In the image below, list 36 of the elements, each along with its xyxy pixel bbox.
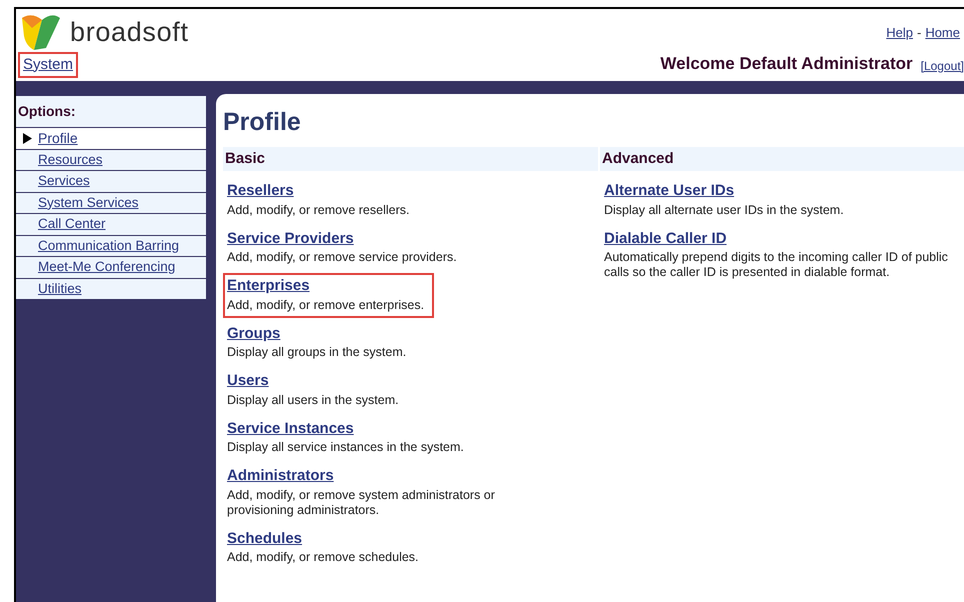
entry-description: Add, modify, or remove enterprises.	[227, 298, 424, 312]
entry-link[interactable]: Dialable Caller ID	[604, 228, 954, 250]
entry-description: Display all users in the system.	[227, 392, 399, 408]
help-link[interactable]: Help	[886, 23, 913, 42]
entry-link[interactable]: Groups	[227, 322, 406, 345]
entry-link[interactable]: Administrators	[227, 465, 537, 488]
entry-description: Add, modify, or remove service providers.	[227, 250, 457, 265]
page-title: Profile	[223, 107, 302, 138]
entry-link[interactable]: Alternate User IDs	[604, 180, 844, 202]
section-heading: Basic	[223, 146, 598, 171]
entry-link[interactable]: Users	[227, 370, 399, 392]
sidebar-item[interactable]: Profile	[16, 128, 206, 150]
entry-description: Add, modify, or remove system administrators or provisioning administrators.	[227, 488, 496, 518]
arrow-icon	[22, 132, 32, 144]
sidebar-item[interactable]: Communication Barring	[16, 236, 206, 257]
entry-link[interactable]: Service Providers	[227, 228, 457, 250]
brand-name: broadsoft	[70, 16, 189, 49]
sidebar-item[interactable]: System Services	[16, 192, 206, 214]
entry-link[interactable]: Schedules	[227, 528, 419, 550]
sidebar-item[interactable]: Utilities	[16, 278, 206, 300]
sidebar-item[interactable]: Resources	[16, 150, 206, 171]
entry-description: Add, modify, or remove resellers.	[227, 202, 410, 218]
entry-description: Add, modify, or remove schedules.	[227, 550, 419, 565]
link-separator: -	[916, 24, 922, 42]
logout-link[interactable]: [Logout]	[920, 57, 964, 75]
section-heading: Advanced	[600, 146, 964, 171]
welcome-text: Welcome Default Administrator	[660, 52, 913, 74]
entry-link[interactable]: Service Instances	[227, 418, 464, 440]
entry-description: Display all alternate user IDs in the system.	[604, 202, 844, 218]
home-link[interactable]: Home	[925, 23, 960, 42]
entry-link[interactable]: Resellers	[227, 180, 410, 202]
entry-description: Display all service instances in the system.	[227, 440, 464, 455]
entry-description: Display all groups in the system.	[227, 345, 406, 360]
entry-description: Automatically prepend digits to the incoming caller ID of public calls so the caller ID is presented in dialable format.	[604, 250, 949, 280]
breadcrumb-link[interactable]: System	[18, 52, 78, 78]
entry-link[interactable]: Enterprises	[227, 275, 424, 298]
